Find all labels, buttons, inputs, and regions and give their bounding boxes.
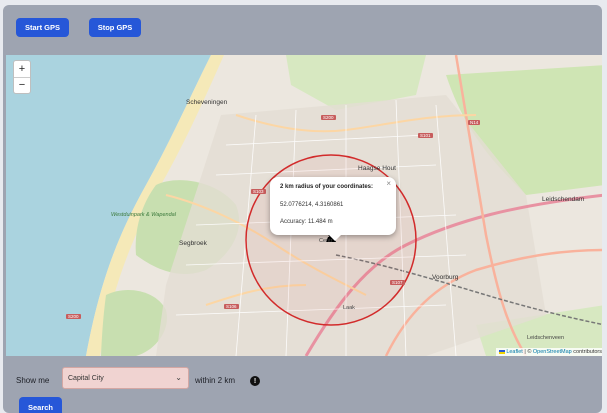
road-shield-s101: S101 [418,133,433,138]
category-select-value: Capital City [68,374,104,382]
stop-gps-button[interactable]: Stop GPS [89,18,141,37]
search-button[interactable]: Search [19,397,62,413]
road-shield-n14: N14 [468,120,481,125]
road-shield-s106: S106 [224,304,239,309]
road-shield-s200: S200 [321,115,336,120]
map-label-laak: Laak [343,305,355,311]
osm-link[interactable]: OpenStreetMap [533,349,572,355]
attribution-separator: | © [522,349,533,355]
map-attribution: Leaflet | © OpenStreetMap contributors [496,348,602,356]
warning-icon[interactable]: ! [250,376,260,386]
map-view[interactable]: Scheveningen Haagse Hout Segbroek Voorbu… [6,55,602,356]
ukraine-flag-icon [499,349,506,354]
zoom-in-button[interactable]: + [14,61,30,78]
app-frame: Start GPS Stop GPS Scheveningen Haagse H… [3,5,602,413]
map-label-segbroek: Segbroek [179,240,207,247]
map-label-leidschenveen: Leidschenveen [527,335,565,341]
map-label-haagse-hout: Haagse Hout [358,165,396,172]
popup-title: 2 km radius of your coordinates: [280,184,374,190]
within-label: within 2 km [195,376,236,385]
radius-popup: × 2 km radius of your coordinates: 52.07… [270,177,396,235]
popup-tip [328,234,342,241]
category-select[interactable]: Capital City ⌄ [62,367,189,389]
map-label-leidschendam: Leidschendam [542,196,585,203]
leaflet-link[interactable]: Leaflet [506,349,523,355]
popup-accuracy: Accuracy: 11.484 m [280,219,333,225]
show-me-label: Show me [16,376,50,385]
start-gps-button[interactable]: Start GPS [16,18,69,37]
popup-coordinates: 52.0776214, 4.3160861 [280,202,344,208]
zoom-out-button[interactable]: − [14,78,30,94]
chevron-down-icon: ⌄ [175,373,182,382]
map-label-scheveningen: Scheveningen [186,99,228,106]
map-label-park: Westduinpark & Wapendal [111,212,176,218]
road-shield-s107: S107 [390,280,405,285]
popup-close-icon[interactable]: × [386,179,391,188]
map-label-voorburg: Voorburg [432,274,459,281]
attribution-contributors: contributors [571,349,602,355]
zoom-control: + − [13,60,31,94]
road-shield-s200-west: S200 [66,314,81,319]
road-shield-s103: S103 [251,189,266,194]
